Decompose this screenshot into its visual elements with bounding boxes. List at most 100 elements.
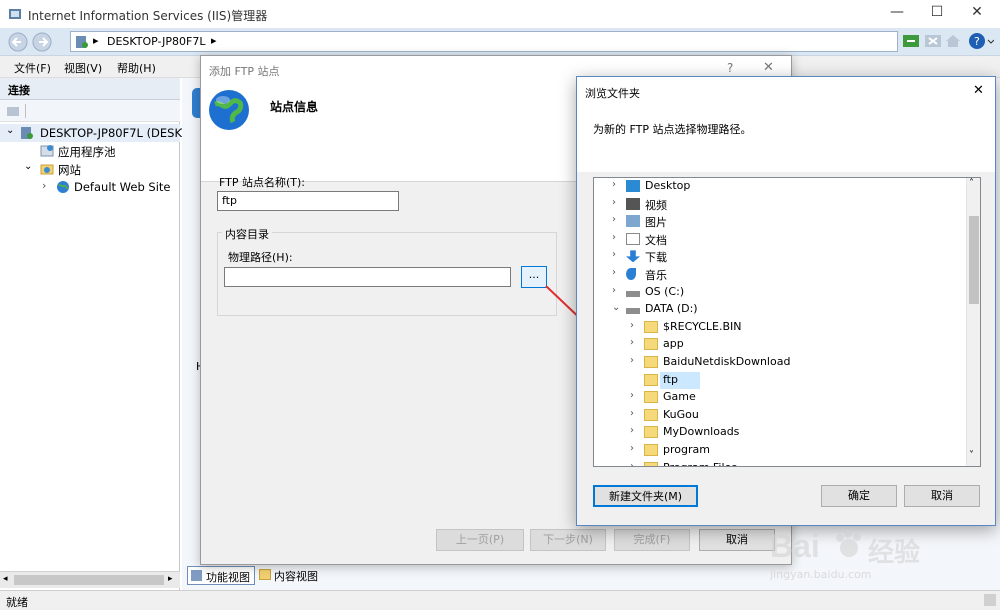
expand-chevron[interactable]: ⌄ (24, 161, 32, 172)
horizontal-scrollbar[interactable]: ◂ ▸ (0, 571, 180, 588)
stop-icon[interactable] (924, 33, 942, 49)
physical-path-label: 物理路径(H): (228, 251, 293, 264)
dialog-heading: 站点信息 (270, 100, 319, 114)
scroll-down-icon[interactable]: ˅ (969, 450, 974, 461)
folder-row[interactable]: › Game (594, 389, 964, 406)
expand-chevron[interactable]: › (612, 249, 616, 260)
next-button[interactable]: 下一步(N) (530, 529, 606, 551)
folder-row[interactable]: › 文档 (594, 231, 964, 248)
folder-label: $RECYCLE.BIN (663, 319, 742, 333)
folder-row[interactable]: › Program Files (594, 460, 964, 466)
tree-item-app-pools[interactable]: 应用程序池 (0, 142, 180, 160)
back-button[interactable] (6, 31, 30, 53)
previous-button[interactable]: 上一页(P) (436, 529, 524, 551)
expand-chevron[interactable]: › (630, 320, 634, 331)
folder-row[interactable]: › program (594, 442, 964, 459)
close-dialog-button[interactable]: ✕ (763, 60, 774, 75)
folder-row[interactable]: › MyDownloads (594, 424, 964, 441)
folder-row[interactable]: › 下载 (594, 248, 964, 265)
folder-row[interactable]: › KuGou (594, 407, 964, 424)
help-button[interactable]: ? (727, 61, 733, 75)
new-connection-icon[interactable] (6, 104, 20, 118)
expand-chevron[interactable]: › (630, 408, 634, 419)
vertical-scrollbar[interactable]: ˄ ˅ (966, 178, 980, 466)
folder-row[interactable]: › OS (C:) (594, 284, 964, 301)
content-directory-group: 内容目录 物理路径(H): ... (217, 226, 557, 316)
folder-row[interactable]: › Desktop (594, 178, 964, 195)
expand-chevron[interactable]: › (630, 337, 634, 348)
folder-row[interactable]: › 图片 (594, 213, 964, 230)
close-window-button[interactable]: ✕ (957, 4, 997, 20)
tab-label: 内容视图 (274, 570, 318, 583)
cancel-button[interactable]: 取消 (699, 529, 775, 551)
expand-chevron[interactable]: › (42, 179, 46, 192)
tree-item-sites[interactable]: ⌄ 网站 (0, 160, 180, 178)
app-pool-icon (40, 144, 54, 158)
forward-button[interactable] (30, 31, 54, 53)
expand-chevron[interactable]: › (612, 214, 616, 225)
expand-chevron[interactable]: › (612, 179, 616, 190)
folder-row[interactable]: › 视频 (594, 196, 964, 213)
content-view-icon (259, 569, 271, 580)
maximize-button[interactable]: ☐ (917, 4, 957, 20)
folder-label: BaiduNetdiskDownload (663, 355, 791, 368)
resize-grip-icon[interactable] (984, 594, 996, 606)
refresh-icon[interactable] (902, 33, 920, 49)
help-icon[interactable]: ? (968, 32, 995, 50)
tree-label: Default Web Site (74, 180, 171, 194)
expand-chevron[interactable]: ⌄ (6, 125, 14, 136)
ok-button[interactable]: 确定 (821, 485, 897, 507)
expand-chevron[interactable]: › (612, 285, 616, 296)
scroll-up-icon[interactable]: ˄ (969, 178, 974, 189)
folder-icon (644, 391, 658, 404)
folder-row[interactable]: › BaiduNetdiskDownload (594, 354, 964, 371)
server-icon (20, 126, 34, 140)
finish-button[interactable]: 完成(F) (614, 529, 690, 551)
menu-help[interactable]: 帮助(H) (117, 60, 156, 76)
tab-content-view[interactable]: 内容视图 (257, 566, 327, 585)
address-text[interactable]: DESKTOP-JP80F7L (107, 35, 205, 48)
scroll-right-icon[interactable]: ▸ (168, 574, 173, 584)
drive-icon (626, 290, 640, 297)
folder-row[interactable]: › 音乐 (594, 266, 964, 283)
folder-icon (644, 426, 658, 439)
menu-file[interactable]: 文件(F) (14, 60, 51, 76)
expand-chevron[interactable]: › (612, 197, 616, 208)
expand-chevron[interactable]: › (630, 390, 634, 401)
address-box[interactable]: ▸ DESKTOP-JP80F7L ▸ (70, 31, 898, 52)
tab-features-view[interactable]: 功能视图 (187, 566, 255, 585)
folder-row[interactable]: › $RECYCLE.BIN (594, 319, 964, 336)
minimize-button[interactable]: — (877, 4, 917, 20)
new-folder-button[interactable]: 新建文件夹(M) (593, 485, 698, 507)
tree-item-server[interactable]: ⌄ DESKTOP-JP80F7L (DESKTO (0, 124, 197, 142)
physical-path-input[interactable] (224, 267, 511, 287)
folder-label: program (663, 443, 710, 456)
folder-icon (644, 408, 658, 421)
browse-cancel-button[interactable]: 取消 (904, 485, 980, 507)
folder-row[interactable]: ⌄ DATA (D:) (594, 301, 964, 318)
home-icon[interactable] (944, 33, 962, 49)
browse-description-area: 为新的 FTP 站点选择物理路径。 (577, 107, 995, 172)
folder-icon (644, 461, 658, 466)
menu-view[interactable]: 视图(V) (64, 60, 102, 76)
expand-chevron[interactable]: › (630, 461, 634, 466)
features-view-icon (191, 570, 202, 581)
tree-item-default-site[interactable]: › Default Web Site (0, 178, 180, 196)
scroll-thumb[interactable] (969, 216, 979, 304)
folder-tree[interactable]: › Desktop › 视频 › 图片 › 文档 › 下载 › 音乐 › OS (C:) ⌄ DATA (D:… (593, 177, 981, 467)
close-browse-button[interactable]: ✕ (973, 83, 984, 98)
expand-chevron[interactable]: › (630, 355, 634, 366)
expand-chevron[interactable]: ⌄ (612, 302, 620, 313)
scroll-thumb[interactable] (14, 575, 164, 585)
expand-chevron[interactable]: › (612, 232, 616, 243)
folder-row[interactable]: ftp (594, 371, 964, 389)
address-separator-end: ▸ (211, 34, 217, 47)
site-name-input[interactable]: ftp (217, 191, 399, 211)
baidu-watermark: Bai 经验 jingyan.baidu.com (770, 528, 950, 588)
server-icon (75, 35, 89, 49)
scroll-left-icon[interactable]: ◂ (3, 574, 8, 584)
expand-chevron[interactable]: › (612, 267, 616, 278)
expand-chevron[interactable]: › (630, 443, 634, 454)
expand-chevron[interactable]: › (630, 425, 634, 436)
folder-row[interactable]: › app (594, 336, 964, 353)
